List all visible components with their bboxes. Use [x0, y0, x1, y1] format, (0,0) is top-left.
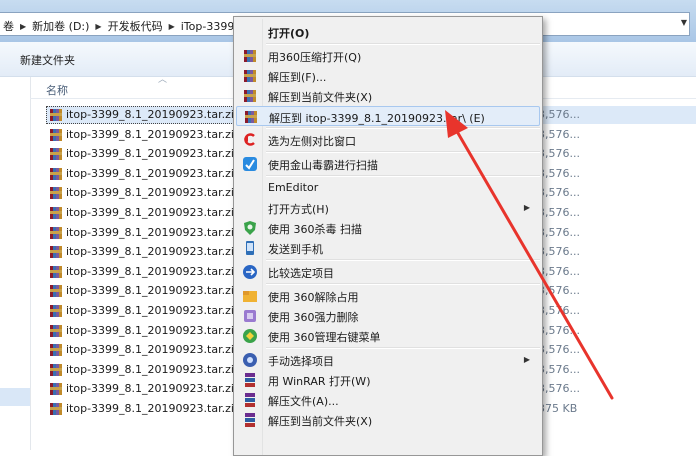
arrow-shaft [453, 126, 614, 400]
annotation-arrow [445, 110, 614, 400]
arrow-head [445, 110, 468, 138]
